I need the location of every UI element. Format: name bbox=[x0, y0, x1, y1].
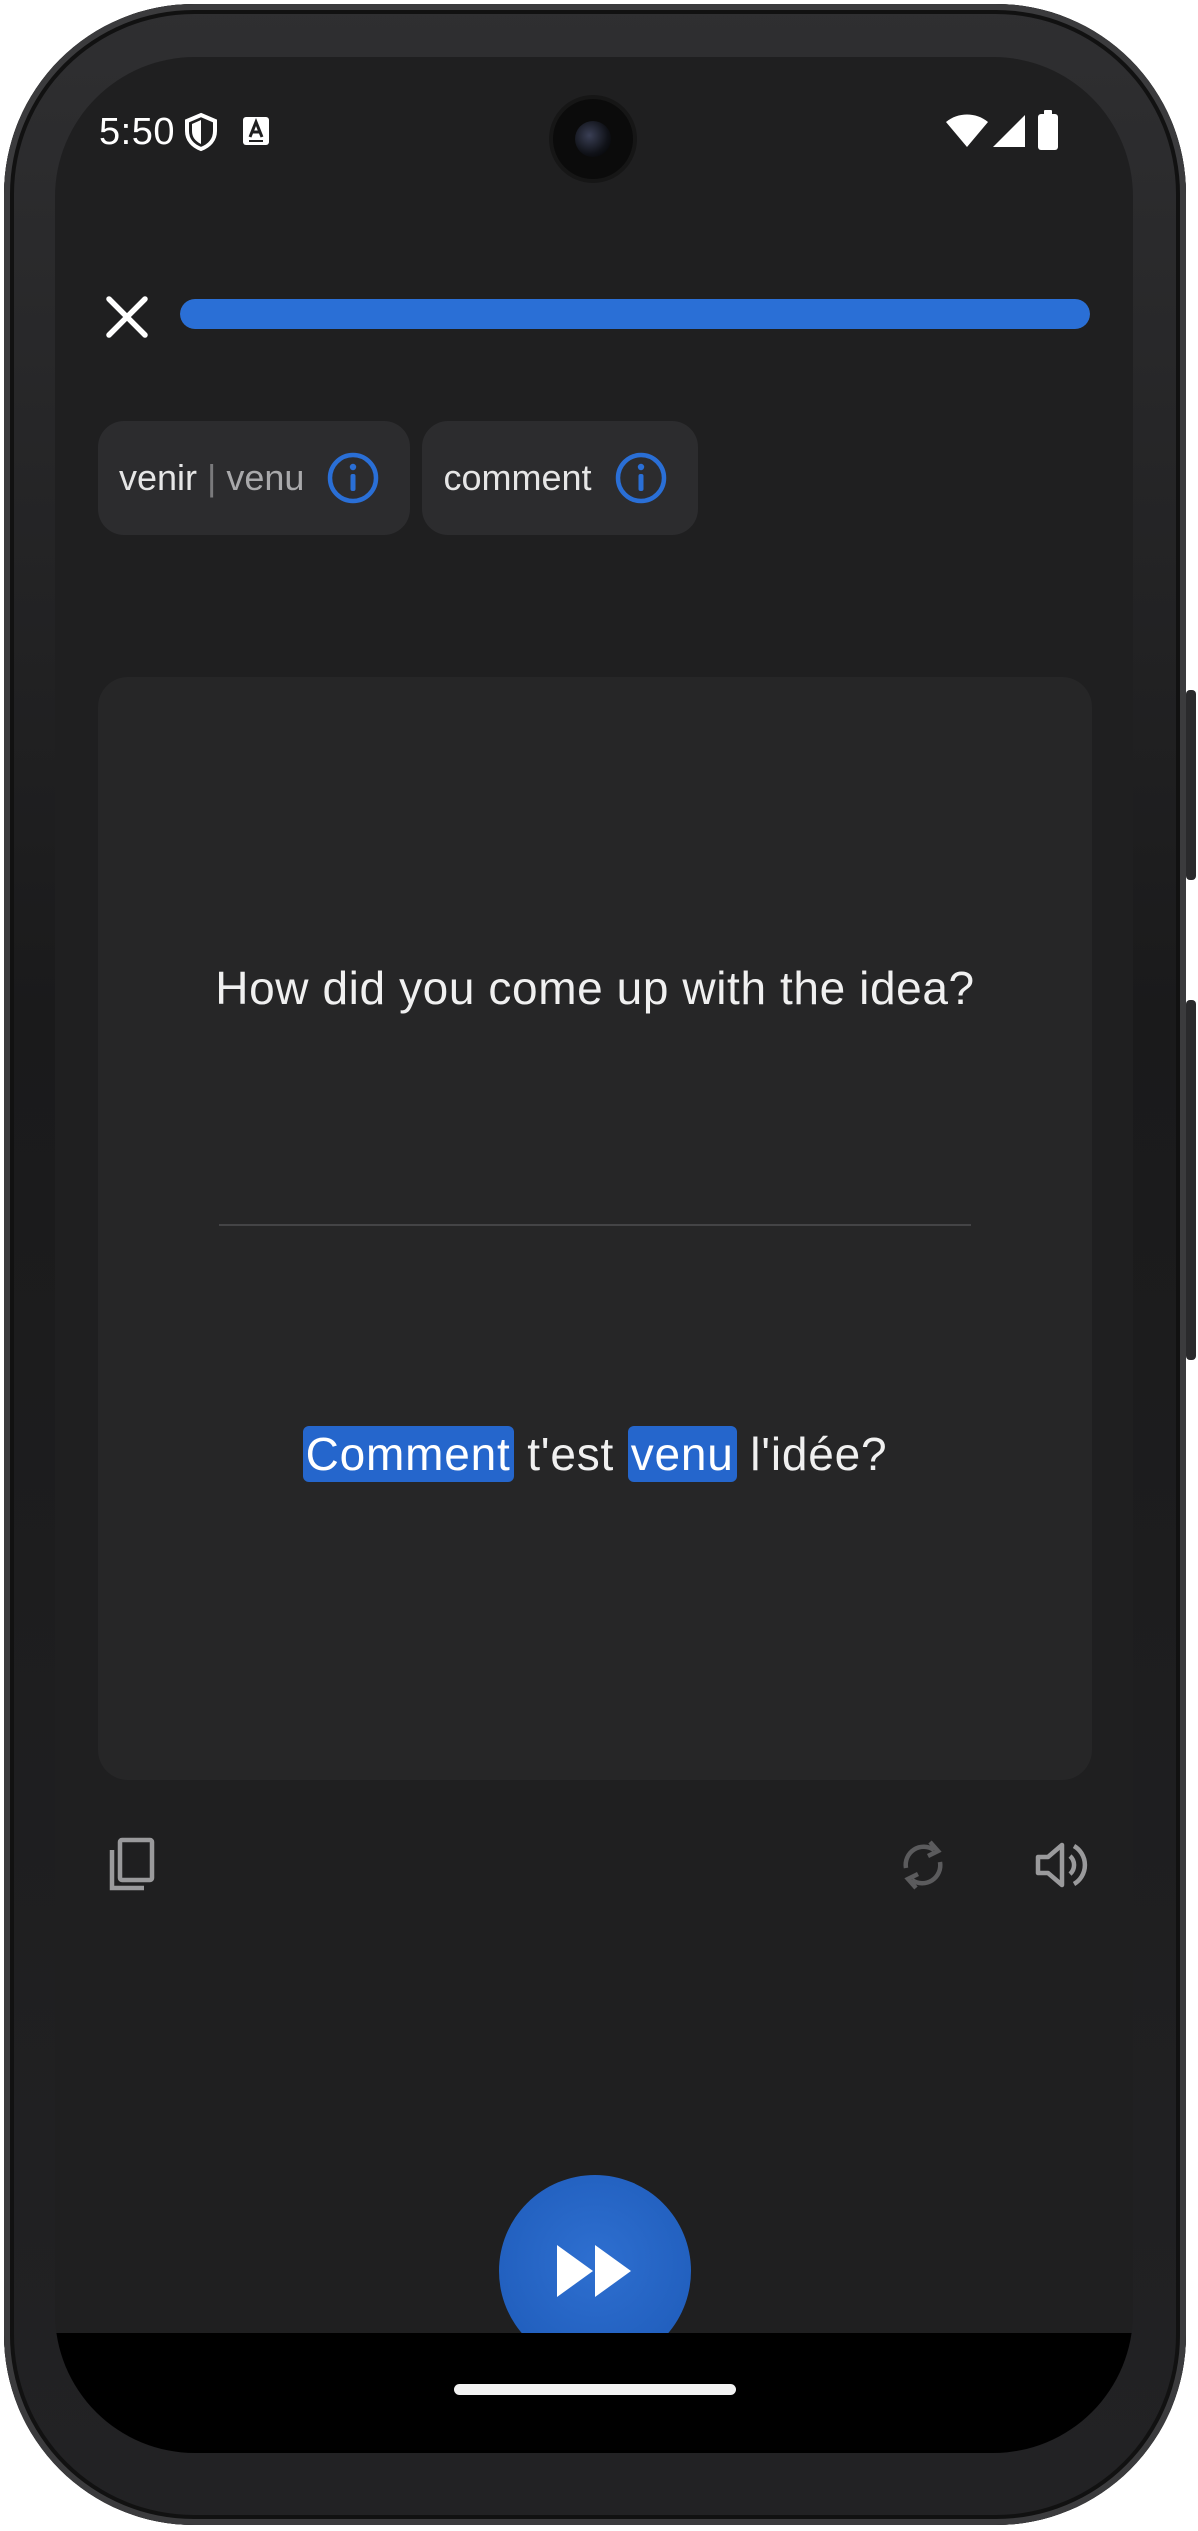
french-translation: Comment t'est venu l'idée? bbox=[98, 1426, 1092, 1482]
chip-lemma: venir bbox=[119, 457, 198, 498]
front-camera bbox=[553, 99, 633, 179]
app-screen: 5:50 venir | venu comment How did you co… bbox=[55, 57, 1133, 2453]
power-button bbox=[1186, 690, 1196, 880]
home-indicator[interactable] bbox=[454, 2384, 736, 2395]
word-chip-comment[interactable]: comment bbox=[422, 421, 698, 535]
progress-fill bbox=[180, 299, 1090, 329]
volume-button bbox=[1186, 1000, 1196, 1360]
cell-signal-icon bbox=[993, 115, 1025, 147]
translation-text: l'idée? bbox=[736, 1428, 888, 1480]
navigation-bar bbox=[55, 2333, 1133, 2453]
info-icon[interactable] bbox=[326, 451, 380, 505]
font-badge-icon bbox=[243, 117, 269, 145]
chip-form: venu bbox=[226, 457, 305, 498]
info-icon[interactable] bbox=[614, 451, 668, 505]
fast-forward-icon bbox=[557, 2245, 631, 2297]
card-divider bbox=[219, 1224, 971, 1226]
close-icon[interactable] bbox=[97, 287, 157, 347]
translation-text: t'est bbox=[513, 1428, 628, 1480]
repeat-icon[interactable] bbox=[892, 1834, 954, 1896]
wifi-icon bbox=[946, 114, 988, 147]
speaker-icon[interactable] bbox=[1032, 1834, 1094, 1896]
word-chips: venir | venu comment bbox=[98, 421, 698, 535]
english-prompt: How did you come up with the idea? bbox=[215, 962, 975, 1014]
shield-icon bbox=[185, 112, 217, 152]
highlighted-word-comment[interactable]: Comment bbox=[302, 1426, 514, 1482]
sentence-card: How did you come up with the idea? Comme… bbox=[98, 677, 1092, 1780]
copy-icon[interactable] bbox=[100, 1834, 162, 1896]
highlighted-word-venu[interactable]: venu bbox=[627, 1426, 737, 1482]
battery-icon bbox=[1038, 110, 1058, 150]
chip-separator: | bbox=[207, 457, 217, 498]
status-time: 5:50 bbox=[99, 111, 175, 153]
chip-lemma: comment bbox=[443, 457, 592, 498]
word-chip-venir[interactable]: venir | venu bbox=[98, 421, 411, 535]
lesson-progress-bar bbox=[180, 299, 1090, 329]
